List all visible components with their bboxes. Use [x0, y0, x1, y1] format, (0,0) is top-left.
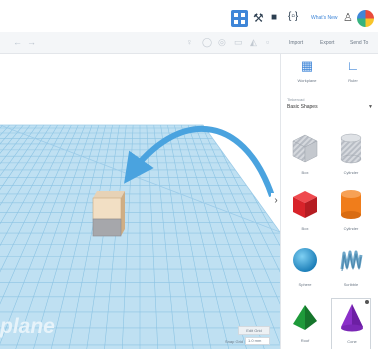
user-icon[interactable]: ♙: [343, 11, 353, 24]
shape-label: Cylinder: [343, 226, 359, 231]
cone-icon: [341, 304, 363, 332]
export-button[interactable]: Export: [320, 40, 334, 46]
top-header: ⚒ ■ {▫} What's New ♙: [0, 8, 378, 32]
ruler-icon: ∟: [346, 58, 360, 73]
snap-grid-select[interactable]: 1.0 mm: [245, 337, 270, 345]
workplane-svg: plane: [0, 124, 280, 349]
shape-cone[interactable]: Cone: [331, 298, 371, 349]
ruler-label: Ruler: [348, 78, 358, 83]
shape-sphere[interactable]: Sphere: [285, 242, 325, 297]
shape-label: Sphere: [298, 282, 312, 287]
box-hole-icon: [292, 134, 318, 163]
workplane-icon: ▦: [300, 58, 314, 73]
box-icon: [293, 191, 317, 218]
editor-toolbar: ← → ♀ ◯ ◎ ▭ ◭ ▫ Import Export Send To: [0, 32, 378, 54]
shape-roof[interactable]: Roof: [285, 298, 325, 349]
grid-view-icon[interactable]: [231, 10, 248, 27]
shape-label: Roof: [300, 338, 310, 343]
shapes-panel: ▦ Workplane ∟ Ruler Tinkercad Basic Shap…: [280, 54, 378, 349]
workplane-canvas[interactable]: plane Edit Grid Snap Grid 1.0 mm: [0, 54, 280, 349]
workplane-watermark: plane: [0, 315, 55, 338]
workplane-button[interactable]: ▦ Workplane: [287, 58, 327, 88]
workplane-label: Workplane: [297, 78, 317, 83]
shape-cylinder-hole[interactable]: Cylinder: [331, 130, 371, 185]
placed-box-shape[interactable]: [92, 191, 125, 237]
edit-grid-button[interactable]: Edit Grid: [238, 326, 270, 335]
import-button[interactable]: Import: [289, 40, 303, 46]
ruler-button[interactable]: ∟ Ruler: [333, 58, 373, 88]
send-to-button[interactable]: Send To: [350, 40, 368, 46]
shape-label: Scribble: [343, 282, 359, 287]
scribble-icon: [340, 250, 363, 272]
shape-cylinder[interactable]: Cylinder: [331, 186, 371, 241]
shape-label: Cylinder: [343, 170, 359, 175]
code-blocks-icon[interactable]: {▫}: [288, 11, 298, 22]
whats-new-link[interactable]: What's New: [311, 15, 338, 21]
cylinder-hole-icon: [340, 133, 362, 164]
hammer-icon[interactable]: ⚒: [253, 11, 264, 25]
snap-grid-label: Snap Grid: [225, 339, 244, 344]
dropdown-caret-icon: ▼: [368, 104, 373, 110]
tinkercad-editor: ⚒ ■ {▫} What's New ♙ ← → ♀ ◯ ◎ ▭ ◭ ▫ Imp…: [0, 0, 378, 349]
shape-label: Cone: [347, 339, 357, 344]
shape-box-hole[interactable]: Box: [285, 130, 325, 185]
snap-grid-value: 1.0 mm: [248, 338, 262, 343]
roof-icon: [293, 305, 317, 330]
avatar[interactable]: [357, 10, 374, 27]
light-bulb-icon[interactable]: ♀: [186, 37, 193, 47]
mirror-icon[interactable]: ◭: [250, 37, 257, 48]
shape-scribble[interactable]: Scribble: [331, 242, 371, 297]
shape-label: Box: [301, 226, 309, 231]
redo-icon[interactable]: →: [27, 37, 36, 47]
ungroup-icon[interactable]: ◎: [218, 37, 226, 48]
cylinder-icon: [341, 190, 361, 219]
shape-box[interactable]: Box: [285, 186, 325, 241]
ruler-tool-icon[interactable]: ▫: [266, 37, 269, 47]
shape-group-icon[interactable]: ◯: [202, 37, 212, 48]
library-selected-value: Basic Shapes: [287, 104, 318, 110]
briefcase-icon[interactable]: ■: [271, 12, 277, 23]
library-select[interactable]: Basic Shapes ▼: [287, 102, 375, 112]
shape-label: Box: [301, 170, 309, 175]
sphere-icon: [293, 248, 317, 272]
undo-icon[interactable]: ←: [13, 37, 22, 47]
align-icon[interactable]: ▭: [234, 37, 243, 48]
